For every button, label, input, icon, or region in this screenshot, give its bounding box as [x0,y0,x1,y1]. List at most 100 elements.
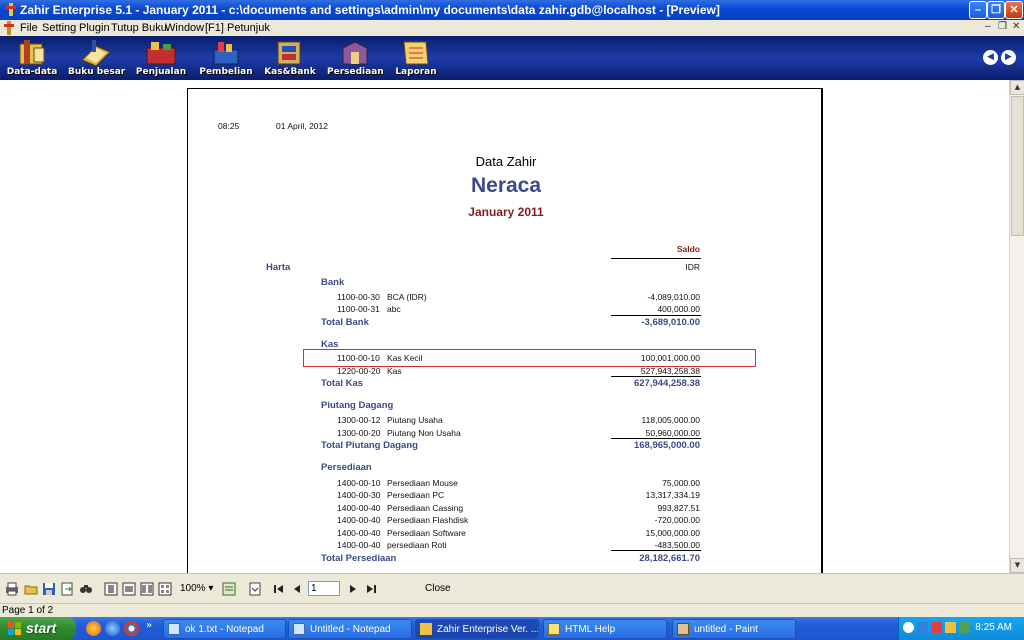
account-code: 1400-00-10 [337,478,381,488]
account-name: Piutang Non Usaha [387,428,461,438]
account-name: abc [387,304,401,314]
vertical-scrollbar[interactable]: ▲ ▼ [1009,80,1024,573]
account-amount: 527,943,258.38 [640,366,700,376]
account-name: Kas Kecil [387,353,423,363]
total-bank-amount: -3,689,010.00 [641,317,700,328]
system-tray: 8:25 AM [898,617,1024,640]
account-name: Piutang Usaha [387,415,443,425]
taskbar-item-html-help[interactable]: HTML Help [543,619,667,639]
tray-clock[interactable]: 8:25 AM [975,622,1012,633]
menu-help[interactable]: [F1] Petunjuk [205,22,270,34]
menu-tutup-buku[interactable]: Tutup Buku [111,22,167,34]
tray-chevron-icon[interactable] [903,622,914,633]
section-persediaan: Persediaan [321,462,372,473]
account-code: 1220-00-20 [337,366,381,376]
two-pages-icon[interactable] [140,582,154,596]
tray-security-icon[interactable] [931,622,942,633]
scroll-thumb[interactable] [1011,96,1024,236]
menu-bar: File Setting Plugin Tutup Buku Window [F… [0,20,1024,36]
scroll-down-icon[interactable]: ▼ [1010,558,1024,573]
toolbar-penjualan[interactable]: Penjualan [133,38,189,78]
notepad-icon [293,623,305,635]
total-rule [611,315,701,316]
page-setup-icon[interactable] [222,582,236,596]
menu-plugin[interactable]: Plugin [79,22,110,34]
nav-back-icon[interactable]: ◀ [983,50,998,65]
section-piutang-dagang: Piutang Dagang [321,400,394,411]
inventory-icon [342,41,368,65]
account-name: Persediaan Mouse [387,478,458,488]
preview-toolbar: 100% ▾ 1 Close [0,573,1024,603]
zahir-menu-icon[interactable] [4,21,14,35]
toolbar-laporan[interactable]: Laporan [388,38,444,78]
account-code: 1100-00-31 [337,304,380,314]
chrome-quicklaunch-icon[interactable] [124,621,139,636]
taskbar: start » ok 1.txt - Notepad Untitled - No… [0,617,1024,640]
close-window-button[interactable]: ✕ [1005,1,1023,19]
find-icon[interactable] [79,582,93,596]
save-icon[interactable] [42,582,56,596]
open-folder-icon[interactable] [24,582,38,596]
quicklaunch-more-icon[interactable]: » [146,620,152,631]
total-kas-amount: 627,944,258.38 [633,378,700,389]
ie-quicklaunch-icon[interactable] [105,621,120,636]
taskbar-item-notepad-ok1[interactable]: ok 1.txt - Notepad [163,619,286,639]
account-amount: 75,000.00 [662,478,700,488]
total-kas-label: Total Kas [321,378,364,389]
account-amount: 13,317,334.19 [645,490,700,500]
zahir-app-icon [420,623,432,635]
paint-icon [677,623,689,635]
menu-file[interactable]: File [20,22,38,34]
next-page-icon[interactable] [346,582,360,596]
start-button[interactable]: start [0,617,76,640]
report-time: 08:25 [218,121,240,131]
toolbar-buku-besar[interactable]: Buku besar [68,38,125,78]
notepad-icon [168,623,180,635]
account-code: 1300-00-12 [337,415,381,425]
account-name: Persediaan Flashdisk [387,515,469,525]
taskbar-item-paint[interactable]: untitled - Paint [672,619,796,639]
previous-page-icon[interactable] [290,582,304,596]
one-page-icon[interactable] [104,582,118,596]
scroll-up-icon[interactable]: ▲ [1010,80,1024,95]
export-icon[interactable] [60,582,74,596]
firefox-quicklaunch-icon[interactable] [86,621,101,636]
page-number-input[interactable]: 1 [308,581,340,596]
account-amount: 400,000.00 [657,304,700,314]
close-preview-button[interactable]: Close [425,583,451,594]
account-name: Persediaan PC [387,490,445,500]
print-icon[interactable] [5,582,19,596]
account-amount: -483,500.00 [654,540,700,550]
report-page: 08:25 01 April, 2012 Data Zahir Neraca J… [187,88,823,573]
page-width-icon[interactable] [122,582,136,596]
taskbar-item-notepad-untitled[interactable]: Untitled - Notepad [288,619,412,639]
menu-window[interactable]: Window [165,22,204,34]
report-period: January 2011 [468,205,544,219]
nav-forward-icon[interactable]: ▶ [1001,50,1016,65]
taskbar-item-zahir[interactable]: Zahir Enterprise Ver. ... [415,619,539,639]
zahir-app-icon[interactable] [4,2,18,17]
mdi-minimize-button[interactable]: – [985,21,991,32]
account-code: 1400-00-40 [337,503,381,513]
restore-button[interactable]: ❐ [987,1,1005,19]
account-code: 1400-00-30 [337,490,381,500]
toolbar-persediaan[interactable]: Persediaan [327,38,384,78]
toolbar-kas-bank[interactable]: Kas&Bank [262,38,318,78]
tray-app-icon[interactable] [959,622,970,633]
header-rule [611,258,701,259]
mdi-restore-button[interactable]: ❐ [998,21,1007,32]
toolbar-pembelian[interactable]: Pembelian [198,38,254,78]
toolbar-data-data[interactable]: Data-data [4,38,60,78]
minimize-button[interactable]: – [969,1,987,19]
first-page-icon[interactable] [272,582,286,596]
zoom-select[interactable]: 100% ▾ [180,583,213,594]
tray-network-icon[interactable] [917,622,928,633]
multi-page-icon[interactable] [158,582,172,596]
edit-report-icon[interactable] [248,582,262,596]
tray-volume-icon[interactable] [945,622,956,633]
mdi-close-button[interactable]: ✕ [1012,21,1020,32]
last-page-icon[interactable] [364,582,378,596]
menu-setting[interactable]: Setting [42,22,76,34]
report-preview-area: 08:25 01 April, 2012 Data Zahir Neraca J… [0,80,1009,573]
account-amount: 993,827.51 [657,503,700,513]
